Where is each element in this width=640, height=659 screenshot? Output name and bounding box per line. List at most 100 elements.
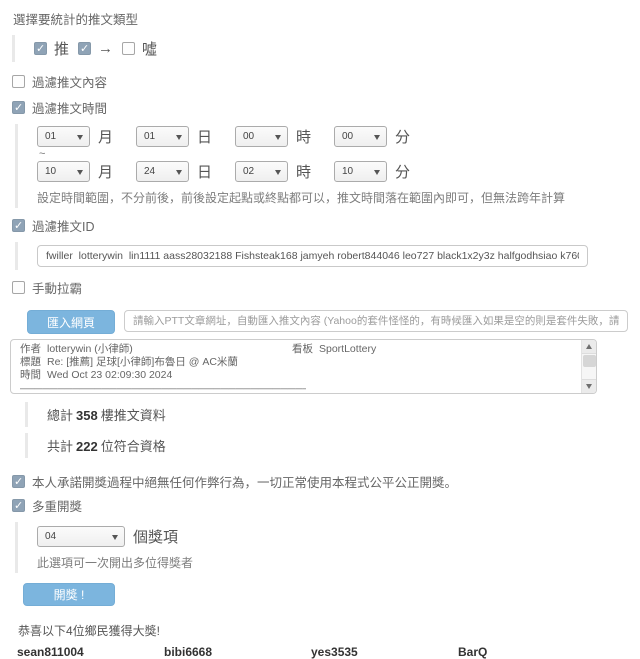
time-range-note: 設定時間範圍，不分前後，前後設定起點或終點都可以，推文時間落在範圍內即可，但無法… bbox=[37, 189, 628, 206]
scroll-down-button[interactable] bbox=[582, 379, 597, 393]
qualified-value: 222 bbox=[76, 439, 98, 454]
end-month-select[interactable]: 10 bbox=[37, 161, 90, 182]
prize-count-value: 04 bbox=[45, 531, 56, 542]
start-day-value: 01 bbox=[144, 131, 155, 142]
fairness-promise-label: 本人承諾開獎過程中絕無任何作弊行為，一切正常使用本程式公平公正開獎。 bbox=[32, 472, 457, 491]
id-filter-block bbox=[15, 242, 628, 270]
end-minute-value: 10 bbox=[342, 166, 353, 177]
day-unit-label: 日 bbox=[197, 126, 212, 147]
start-month-value: 01 bbox=[45, 131, 56, 142]
multi-draw-label: 多重開獎 bbox=[32, 496, 82, 515]
total-comments-stat: 總計358樓推文資料 bbox=[25, 402, 628, 427]
total-suffix: 樓推文資料 bbox=[101, 408, 166, 423]
ptt-url-input[interactable] bbox=[124, 310, 628, 332]
range-tilde: ~ bbox=[39, 149, 628, 159]
time-start-row: 01 月 01 日 00 時 00 分 bbox=[37, 126, 628, 147]
winner-name: bibi6668 bbox=[164, 645, 311, 659]
congrats-text: 恭喜以下4位鄉民獲得大獎! bbox=[18, 622, 628, 639]
ptt-lottery-tool-page: 選擇要統計的推文類型 推 → 噓 過濾推文內容 過濾推文時間 01 月 01 bbox=[0, 0, 640, 659]
qualified-stat: 共計222位符合資格 bbox=[25, 433, 628, 458]
start-day-select[interactable]: 01 bbox=[136, 126, 189, 147]
title-value: Re: [推薦] 足球[小律師]布魯日 @ AC米蘭 bbox=[47, 356, 238, 368]
push-type-title: 選擇要統計的推文類型 bbox=[13, 9, 628, 28]
fairness-promise-row: 本人承諾開獎過程中絕無任何作弊行為，一切正常使用本程式公平公正開獎。 bbox=[12, 472, 628, 491]
winner-name: yes3535 bbox=[311, 645, 458, 659]
prize-count-row: 04 個獎項 bbox=[37, 526, 628, 547]
arrow-label: → bbox=[98, 40, 113, 57]
qualified-suffix: 位符合資格 bbox=[101, 439, 166, 454]
total-label: 總計 bbox=[47, 408, 73, 423]
title-label: 標題 bbox=[20, 356, 41, 368]
time-value: Wed Oct 23 02:09:30 2024 bbox=[47, 369, 172, 381]
boo-option: 噓 bbox=[122, 38, 157, 59]
qualified-label: 共計 bbox=[47, 439, 73, 454]
article-textarea[interactable]: 作者 lotterywin (小律師) 看板SportLottery 標題 Re: … bbox=[10, 339, 597, 394]
filter-content-row: 過濾推文內容 bbox=[12, 72, 628, 91]
end-day-value: 24 bbox=[144, 166, 155, 177]
draw-button[interactable]: 開獎 ! bbox=[23, 583, 115, 606]
start-hour-value: 00 bbox=[243, 131, 254, 142]
board-group: 看板SportLottery bbox=[292, 343, 376, 356]
hour-unit-label: 時 bbox=[296, 161, 311, 182]
boo-checkbox[interactable] bbox=[122, 42, 135, 55]
filter-time-row: 過濾推文時間 bbox=[12, 98, 628, 117]
article-divider: ────────────────────────────────────────… bbox=[20, 384, 306, 394]
end-hour-select[interactable]: 02 bbox=[235, 161, 288, 182]
manual-slot-row: 手動拉霸 bbox=[12, 278, 628, 297]
filter-id-checkbox[interactable] bbox=[12, 219, 25, 232]
time-range-block: 01 月 01 日 00 時 00 分 ~ 10 月 24 bbox=[15, 124, 628, 208]
total-value: 358 bbox=[76, 408, 98, 423]
stats-section: 總計358樓推文資料 共計222位符合資格 bbox=[12, 402, 628, 458]
prize-count-block: 04 個獎項 此選項可一次開出多位得獎者 bbox=[15, 522, 628, 573]
article-content: 作者 lotterywin (小律師) 看板SportLottery 標題 Re: … bbox=[11, 340, 581, 393]
article-time-line: 時間 Wed Oct 23 02:09:30 2024 bbox=[20, 369, 581, 382]
end-hour-value: 02 bbox=[243, 166, 254, 177]
filter-time-label: 過濾推文時間 bbox=[32, 98, 107, 117]
push-type-options: 推 → 噓 bbox=[12, 35, 628, 62]
end-day-select[interactable]: 24 bbox=[136, 161, 189, 182]
arrow-checkbox[interactable] bbox=[78, 42, 91, 55]
scrollbar-thumb[interactable] bbox=[583, 355, 596, 367]
filter-id-label: 過濾推文ID bbox=[32, 216, 95, 235]
boo-label: 噓 bbox=[142, 38, 157, 59]
board-label: 看板 bbox=[292, 343, 313, 355]
multi-draw-note: 此選項可一次開出多位得獎者 bbox=[37, 554, 628, 571]
push-checkbox[interactable] bbox=[34, 42, 47, 55]
import-row: 匯入網頁 bbox=[27, 310, 628, 334]
id-filter-input[interactable] bbox=[37, 245, 588, 267]
filter-time-checkbox[interactable] bbox=[12, 101, 25, 114]
fairness-promise-checkbox[interactable] bbox=[12, 475, 25, 488]
filter-content-checkbox[interactable] bbox=[12, 75, 25, 88]
winner-name: BarQ bbox=[458, 645, 605, 659]
filter-content-label: 過濾推文內容 bbox=[32, 72, 107, 91]
hour-unit-label: 時 bbox=[296, 126, 311, 147]
start-minute-value: 00 bbox=[342, 131, 353, 142]
time-label: 時間 bbox=[20, 369, 41, 381]
time-end-row: 10 月 24 日 02 時 10 分 bbox=[37, 161, 628, 182]
prize-unit-label: 個獎項 bbox=[133, 526, 178, 547]
start-minute-select[interactable]: 00 bbox=[334, 126, 387, 147]
start-hour-select[interactable]: 00 bbox=[235, 126, 288, 147]
scroll-up-icon bbox=[586, 344, 592, 349]
textarea-scrollbar[interactable] bbox=[581, 340, 596, 393]
winner-name: sean811004 bbox=[17, 645, 164, 659]
author-value: lotterywin (小律師) bbox=[47, 343, 133, 355]
start-month-select[interactable]: 01 bbox=[37, 126, 90, 147]
end-month-value: 10 bbox=[45, 166, 56, 177]
import-webpage-button[interactable]: 匯入網頁 bbox=[27, 310, 115, 334]
multi-draw-checkbox[interactable] bbox=[12, 499, 25, 512]
day-unit-label: 日 bbox=[197, 161, 212, 182]
winners-list: sean811004 bibi6668 yes3535 BarQ bbox=[17, 645, 628, 659]
scroll-up-button[interactable] bbox=[582, 340, 597, 354]
scroll-down-icon bbox=[586, 384, 592, 389]
author-label: 作者 bbox=[20, 343, 41, 355]
push-label: 推 bbox=[54, 38, 69, 59]
push-option: 推 bbox=[34, 38, 69, 59]
manual-slot-checkbox[interactable] bbox=[12, 281, 25, 294]
article-title-line: 標題 Re: [推薦] 足球[小律師]布魯日 @ AC米蘭 bbox=[20, 356, 581, 369]
prize-count-select[interactable]: 04 bbox=[37, 526, 125, 547]
filter-id-row: 過濾推文ID bbox=[12, 216, 628, 235]
month-unit-label: 月 bbox=[98, 126, 113, 147]
arrow-option: → bbox=[78, 40, 113, 57]
end-minute-select[interactable]: 10 bbox=[334, 161, 387, 182]
